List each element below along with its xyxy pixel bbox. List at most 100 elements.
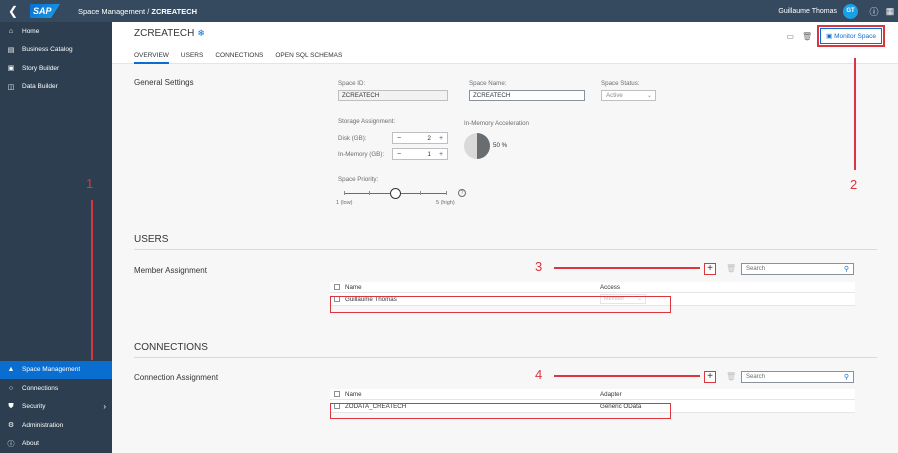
- in-memory-value: 1: [427, 150, 431, 158]
- sidebar-item-security[interactable]: ⛊ Security ›: [0, 398, 112, 417]
- increase-icon[interactable]: +: [435, 135, 447, 142]
- divider: [134, 249, 877, 250]
- column-adapter: Adapter: [600, 390, 622, 398]
- help-icon[interactable]: ?: [458, 189, 466, 197]
- annotation-arrow: [554, 375, 700, 377]
- shell-actions: Guillaume Thomas GT ⓘ ▦: [778, 0, 898, 22]
- priority-max-label: 5 (high): [436, 200, 455, 206]
- increase-icon[interactable]: +: [435, 151, 447, 158]
- connection-search-input[interactable]: Search ⚲: [741, 371, 854, 383]
- annotation-arrow: [854, 58, 856, 170]
- breadcrumb: Space Management / ZCREATECH: [78, 7, 197, 16]
- space-icon: ▲: [7, 366, 15, 374]
- add-connection-button[interactable]: +: [704, 371, 716, 383]
- sidebar-item-label: Connections: [22, 384, 59, 392]
- connections-icon: ○: [8, 384, 14, 392]
- chevron-down-icon: ⌄: [646, 93, 652, 99]
- sidebar-item-data-builder[interactable]: ◫ Data Builder: [0, 78, 112, 97]
- priority-min-label: 1 (low): [336, 200, 353, 206]
- column-name: Name: [345, 390, 362, 398]
- page-title-text: ZCREATECH: [134, 28, 195, 39]
- sidebar-item-label: Home: [22, 27, 40, 35]
- sidebar-item-connections[interactable]: ○ Connections: [0, 379, 112, 398]
- divider: [134, 357, 877, 358]
- space-id-field: ZCREATECH: [338, 90, 448, 101]
- delete-icon[interactable]: 🗑: [726, 372, 736, 381]
- search-placeholder: Search: [746, 374, 766, 380]
- space-priority-label: Space Priority:: [338, 176, 379, 183]
- main-content: ZCREATECH ❄ OVERVIEW USERS CONNECTIONS OP…: [112, 22, 898, 453]
- space-name-field[interactable]: ZCREATECH: [469, 90, 585, 101]
- column-name: Name: [345, 283, 362, 291]
- decrease-icon[interactable]: −: [393, 135, 405, 142]
- disk-stepper[interactable]: − 2 +: [392, 132, 448, 144]
- back-icon[interactable]: ❮: [2, 0, 24, 22]
- sidebar: ⌂ Home ▤ Business Catalog ▣ Story Builder ◫…: [0, 22, 112, 453]
- delete-icon[interactable]: 🗑: [802, 32, 812, 41]
- sidebar-item-home[interactable]: ⌂ Home: [0, 22, 112, 41]
- member-assignment-title: Member Assignment: [134, 266, 207, 275]
- add-member-button[interactable]: +: [704, 263, 716, 275]
- monitor-space-label: Monitor Space: [834, 33, 876, 40]
- breadcrumb-parent[interactable]: Space Management /: [78, 7, 151, 16]
- space-status-label: Space Status:: [601, 80, 640, 87]
- space-name-label: Space Name:: [469, 80, 507, 87]
- decrease-icon[interactable]: −: [393, 151, 405, 158]
- home-icon: ⌂: [8, 27, 14, 35]
- page-title: ZCREATECH ❄: [134, 28, 205, 39]
- acceleration-label: In-Memory Acceleration: [464, 120, 529, 127]
- tab-bar: OVERVIEW USERS CONNECTIONS OPEN SQL SCHE…: [134, 52, 354, 64]
- delete-icon[interactable]: 🗑: [726, 264, 736, 273]
- annotation-4: 4: [535, 367, 543, 382]
- tab-open-sql-schemas[interactable]: OPEN SQL SCHEMAS: [275, 52, 342, 64]
- sidebar-item-business-catalog[interactable]: ▤ Business Catalog: [0, 41, 112, 60]
- tab-overview[interactable]: OVERVIEW: [134, 52, 169, 64]
- sidebar-item-about[interactable]: ⓘ About: [0, 435, 112, 453]
- member-search-input[interactable]: Search ⚲: [741, 263, 854, 275]
- tab-connections[interactable]: CONNECTIONS: [215, 52, 263, 64]
- sidebar-item-space-management[interactable]: ▲ Space Management: [0, 360, 112, 379]
- user-name[interactable]: Guillaume Thomas: [778, 8, 837, 15]
- chevron-right-icon: ›: [103, 402, 106, 412]
- security-icon: ⛊: [8, 402, 14, 410]
- avatar[interactable]: GT: [843, 3, 858, 19]
- space-icon: ❄: [197, 28, 205, 38]
- annotation-1: 1: [86, 176, 94, 191]
- general-settings-title: General Settings: [134, 78, 194, 87]
- disk-label: Disk (GB):: [338, 135, 367, 142]
- about-icon: ⓘ: [7, 440, 15, 448]
- select-all-checkbox[interactable]: [334, 391, 340, 397]
- admin-icon: ⚙: [7, 422, 15, 430]
- monitor-space-button[interactable]: ▣ Monitor Space: [817, 25, 885, 47]
- space-status-select[interactable]: Active ⌄: [601, 90, 656, 101]
- in-memory-stepper[interactable]: − 1 +: [392, 148, 448, 160]
- search-placeholder: Search: [746, 266, 766, 272]
- priority-slider-thumb[interactable]: [390, 188, 401, 199]
- help-icon[interactable]: ⓘ: [866, 5, 882, 18]
- slider-tick: [344, 191, 345, 195]
- highlight-box: [330, 403, 671, 419]
- annotation-arrow: [554, 267, 700, 269]
- tab-users[interactable]: USERS: [181, 52, 203, 64]
- column-access: Access: [600, 283, 620, 291]
- sidebar-item-label: About: [22, 440, 39, 448]
- sidebar-item-story-builder[interactable]: ▣ Story Builder: [0, 59, 112, 78]
- select-all-checkbox[interactable]: [334, 284, 340, 290]
- product-switch-icon[interactable]: ▦: [882, 0, 898, 22]
- connection-assignment-title: Connection Assignment: [134, 373, 219, 382]
- sidebar-top: ⌂ Home ▤ Business Catalog ▣ Story Builder ◫…: [0, 22, 112, 96]
- sidebar-item-administration[interactable]: ⚙ Administration: [0, 416, 112, 435]
- slider-tick: [369, 191, 370, 195]
- shell-bar: ❮ SAP Space Management / ZCREATECH Guill…: [0, 0, 898, 22]
- annotation-arrow: [91, 200, 93, 360]
- sidebar-item-label: Data Builder: [22, 83, 58, 91]
- lock-icon[interactable]: ▭: [786, 32, 794, 41]
- annotation-2: 2: [850, 177, 858, 192]
- search-icon[interactable]: ⚲: [844, 265, 849, 273]
- story-icon: ▣: [7, 65, 15, 73]
- in-memory-label: In-Memory (GB):: [338, 151, 385, 158]
- data-builder-icon: ◫: [7, 83, 15, 91]
- table-header: Name Access: [330, 282, 855, 293]
- search-icon[interactable]: ⚲: [844, 373, 849, 381]
- page-header: ZCREATECH ❄ OVERVIEW USERS CONNECTIONS OP…: [112, 22, 898, 64]
